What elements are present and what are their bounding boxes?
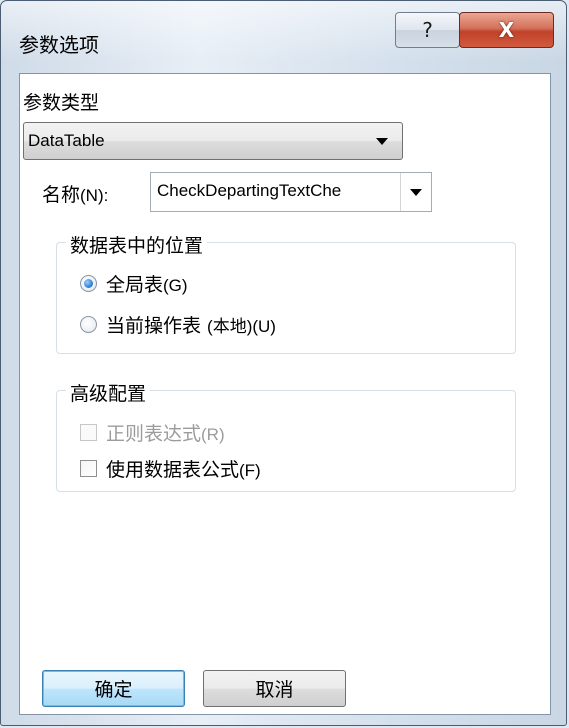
checkbox-regex-text: 正则表达式 <box>106 423 202 445</box>
location-group-title: 数据表中的位置 <box>66 231 208 258</box>
checkbox-datatable-formula[interactable] <box>80 460 97 477</box>
checkbox-datatable-formula-text: 使用数据表公式 <box>106 459 240 481</box>
radio-current-sheet-suffix: (本地)(U) <box>207 317 276 336</box>
help-icon: ? <box>422 18 433 42</box>
radio-current-sheet-label[interactable]: 当前操作表 (本地)(U) <box>106 311 276 338</box>
radio-global-table-suffix: (G) <box>163 276 188 295</box>
radio-global-table[interactable] <box>80 275 97 292</box>
name-combobox[interactable]: CheckDepartingTextChe <box>150 172 432 212</box>
radio-current-sheet[interactable] <box>80 316 97 333</box>
param-type-value: DataTable <box>28 131 105 150</box>
cancel-button[interactable]: 取消 <box>203 670 346 707</box>
radio-global-table-label[interactable]: 全局表(G) <box>106 270 188 297</box>
title-bar[interactable]: 参数选项 ? X <box>1 1 568 73</box>
checkbox-regex-label[interactable]: 正则表达式(R) <box>106 419 225 446</box>
name-dropdown-button[interactable] <box>400 173 431 211</box>
chevron-down-icon <box>410 189 422 196</box>
ok-button[interactable]: 确定 <box>42 670 185 707</box>
param-type-dropdown[interactable]: DataTable <box>23 122 403 160</box>
checkbox-datatable-formula-label[interactable]: 使用数据表公式(F) <box>106 455 261 482</box>
chevron-down-icon <box>376 138 388 145</box>
close-button[interactable]: X <box>459 12 554 48</box>
name-label-suffix: (N): <box>80 186 109 205</box>
help-button[interactable]: ? <box>395 12 460 48</box>
close-icon: X <box>498 18 515 42</box>
name-label: 名称(N): <box>42 180 108 207</box>
checkbox-regex-suffix: (R) <box>201 425 225 444</box>
window-title: 参数选项 <box>19 33 99 57</box>
advanced-group-title: 高级配置 <box>66 379 151 406</box>
name-label-text: 名称 <box>42 184 81 206</box>
param-type-label: 参数类型 <box>23 92 100 114</box>
dialog-window: 参数选项 ? X 参数类型 DataTable 名称(N): CheckDepa… <box>0 0 567 726</box>
name-input-value[interactable]: CheckDepartingTextChe <box>157 181 397 201</box>
dialog-body: 参数类型 DataTable 名称(N): CheckDepartingText… <box>19 73 551 715</box>
checkbox-datatable-formula-suffix: (F) <box>239 461 261 480</box>
checkbox-regex[interactable] <box>80 424 97 441</box>
radio-global-table-text: 全局表 <box>106 274 164 296</box>
radio-current-sheet-text: 当前操作表 <box>106 315 208 337</box>
